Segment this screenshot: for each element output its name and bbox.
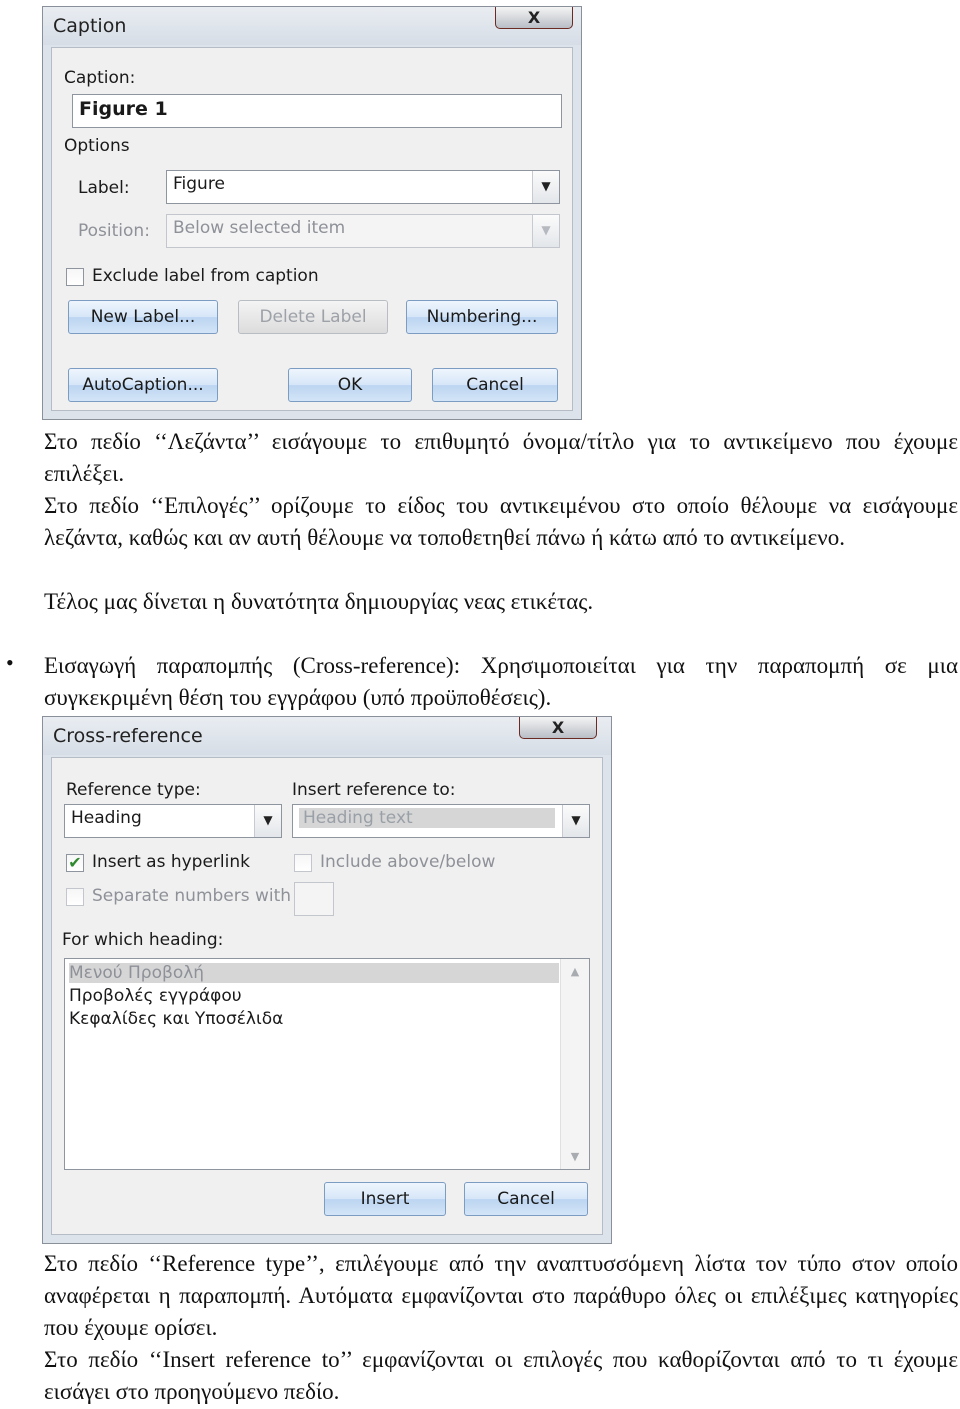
insert-button[interactable]: Insert	[324, 1182, 446, 1216]
chevron-down-icon[interactable]: ▼	[562, 805, 589, 837]
label-select[interactable]: Figure ▼	[166, 170, 560, 204]
caption-dialog: Caption X Caption: Figure 1 Options Labe…	[42, 6, 582, 420]
chevron-down-icon[interactable]: ▼	[532, 171, 559, 203]
close-icon[interactable]: X	[519, 717, 597, 739]
include-above-below-checkbox[interactable]	[294, 854, 312, 872]
separate-numbers-input[interactable]	[294, 882, 334, 916]
insert-reference-select[interactable]: Heading text ▼	[292, 804, 590, 838]
crossref-dialog-titlebar[interactable]: Cross-reference X	[43, 717, 611, 755]
insert-reference-label: Insert reference to:	[292, 780, 456, 800]
list-item[interactable]: Κεφαλίδες και Υποσέλιδα	[69, 1009, 283, 1029]
caption-dialog-title: Caption	[53, 15, 127, 37]
chevron-up-icon[interactable]: ▲	[561, 965, 589, 978]
for-which-heading-label: For which heading:	[62, 930, 224, 950]
list-item[interactable]: Προβολές εγγράφου	[69, 986, 242, 1006]
bullet-text: Εισαγωγή παραπομπής (Cross-reference): Χ…	[44, 653, 958, 710]
caption-label: Caption:	[64, 68, 136, 88]
label-label: Label:	[78, 178, 130, 198]
include-above-below-text: Include above/below	[320, 852, 496, 872]
reference-type-value: Heading	[71, 808, 142, 828]
heading-list[interactable]: Μενού Προβολή Προβολές εγγράφου Κεφαλίδε…	[64, 958, 590, 1170]
text-paragraph-1: Στο πεδίο ‘‘Λεζάντα’’ εισάγουμε το επιθυ…	[44, 429, 958, 486]
autocaption-button[interactable]: AutoCaption...	[68, 368, 218, 402]
text-paragraph-3: Τέλος μας δίνεται η δυνατότητα δημιουργί…	[44, 589, 594, 614]
caption-input-value: Figure 1	[79, 98, 168, 120]
exclude-label-text: Exclude label from caption	[92, 266, 319, 286]
insert-reference-value: Heading text	[299, 808, 555, 828]
new-label-button[interactable]: New Label...	[68, 300, 218, 334]
text-paragraph-5: Στο πεδίο ‘‘Insert reference to’’ εμφανί…	[44, 1347, 958, 1404]
list-scrollbar[interactable]: ▲ ▼	[560, 959, 589, 1169]
position-select-value: Below selected item	[173, 218, 346, 238]
text-paragraph-4: Στο πεδίο ‘‘Reference type’’, επιλέγουμε…	[44, 1251, 958, 1340]
crossref-dialog: Cross-reference X Reference type: Headin…	[42, 716, 612, 1244]
exclude-label-checkbox[interactable]	[66, 268, 84, 286]
position-label: Position:	[78, 221, 150, 241]
caption-dialog-titlebar[interactable]: Caption X	[43, 7, 581, 45]
reference-type-select[interactable]: Heading ▼	[64, 804, 282, 838]
chevron-down-icon[interactable]: ▼	[254, 805, 281, 837]
numbering-button[interactable]: Numbering...	[406, 300, 558, 334]
delete-label-button[interactable]: Delete Label	[238, 300, 388, 334]
separate-numbers-checkbox[interactable]	[66, 888, 84, 906]
ok-button[interactable]: OK	[288, 368, 412, 402]
reference-type-label: Reference type:	[66, 780, 201, 800]
list-item[interactable]: Μενού Προβολή	[69, 963, 559, 983]
cancel-button[interactable]: Cancel	[464, 1182, 588, 1216]
chevron-down-icon[interactable]: ▼	[532, 215, 559, 247]
insert-hyperlink-text: Insert as hyperlink	[92, 852, 250, 872]
text-paragraph-2: Στο πεδίο ‘‘Επιλογές’’ ορίζουμε το είδος…	[44, 493, 958, 550]
close-icon[interactable]: X	[495, 7, 573, 29]
label-select-value: Figure	[173, 174, 225, 194]
bullet-icon: •	[6, 650, 14, 675]
position-select[interactable]: Below selected item ▼	[166, 214, 560, 248]
crossref-dialog-body: Reference type: Heading ▼ Insert referen…	[51, 757, 603, 1235]
options-label: Options	[64, 136, 130, 156]
cancel-button[interactable]: Cancel	[432, 368, 558, 402]
insert-hyperlink-checkbox[interactable]: ✔	[66, 854, 84, 872]
crossref-dialog-title: Cross-reference	[53, 725, 203, 747]
chevron-down-icon[interactable]: ▼	[561, 1150, 589, 1163]
caption-dialog-body: Caption: Figure 1 Options Label: Figure …	[51, 47, 573, 411]
caption-input[interactable]: Figure 1	[72, 94, 562, 128]
separate-numbers-text: Separate numbers with	[92, 886, 292, 906]
